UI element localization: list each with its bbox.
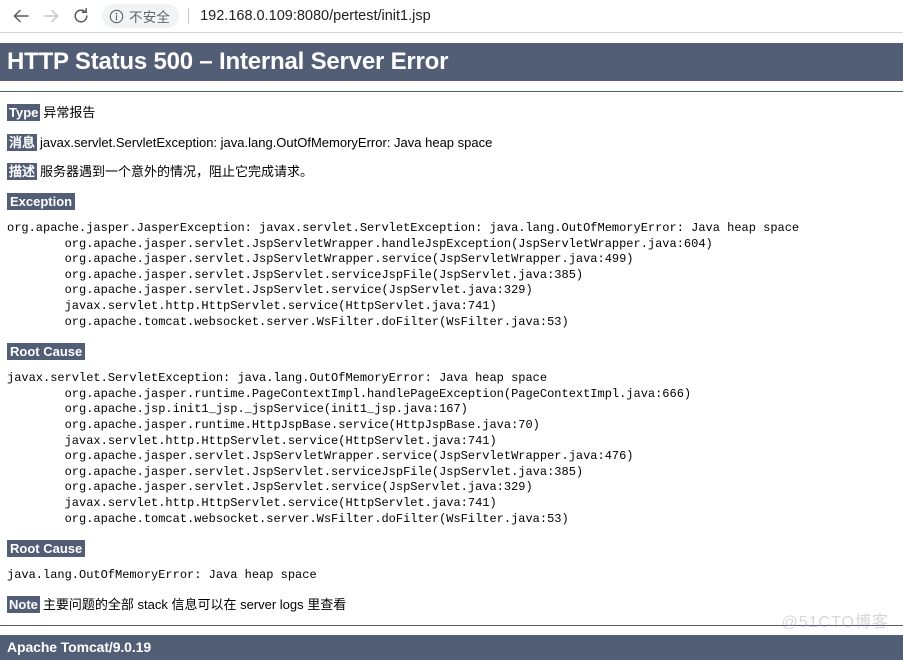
browser-toolbar: 不安全 192.168.0.109:8080/pertest/init1.jsp [0,0,903,33]
root-cause-stack-trace-1: javax.servlet.ServletException: java.lan… [7,371,692,526]
exception-heading: Exception [7,193,76,211]
type-label: Type [7,104,41,122]
forward-button[interactable] [36,3,66,29]
arrow-right-icon [41,6,61,26]
footer-divider [0,625,903,626]
reload-icon [71,6,91,26]
note-row: Note 主要问题的全部 stack 信息可以在 server logs 里查看 [7,595,903,613]
exception-stack-trace: org.apache.jasper.JasperException: javax… [7,221,800,329]
root-cause-stack-trace-2: java.lang.OutOfMemoryError: Java heap sp… [7,568,317,583]
description-label: 描述 [7,162,38,180]
back-button[interactable] [6,3,36,29]
reload-button[interactable] [66,3,96,29]
note-label: Note [7,595,40,613]
type-row: Type 异常报告 [7,104,903,122]
url-text[interactable]: 192.168.0.109:8080/pertest/init1.jsp [200,8,431,24]
omnibox-divider [188,8,190,24]
description-value: 服务器遇到一个意外的情况，阻止它完成请求。 [40,163,314,179]
site-security-chip[interactable]: 不安全 [102,4,180,28]
message-row: 消息 javax.servlet.ServletException: java.l… [7,133,903,151]
type-value: 异常报告 [43,105,96,121]
address-bar[interactable]: 不安全 192.168.0.109:8080/pertest/init1.jsp [102,4,897,29]
root-cause-heading-2: Root Cause [7,540,86,558]
security-status-label: 不安全 [129,10,171,25]
message-value: javax.servlet.ServletException: java.lan… [40,134,493,150]
root-cause-heading-1-label: Root Cause [7,343,86,361]
info-circle-icon [109,9,124,24]
tomcat-error-page: HTTP Status 500 – Internal Server Error … [0,43,903,660]
description-row: 描述 服务器遇到一个意外的情况，阻止它完成请求。 [7,162,903,180]
note-value: 主要问题的全部 stack 信息可以在 server logs 里查看 [42,596,347,612]
arrow-left-icon [11,6,31,26]
message-label: 消息 [7,133,38,151]
page-title: HTTP Status 500 – Internal Server Error [0,43,903,82]
exception-heading-label: Exception [7,193,76,211]
root-cause-heading-1: Root Cause [7,343,86,361]
root-cause-heading-2-label: Root Cause [7,540,86,558]
header-divider [0,91,903,93]
